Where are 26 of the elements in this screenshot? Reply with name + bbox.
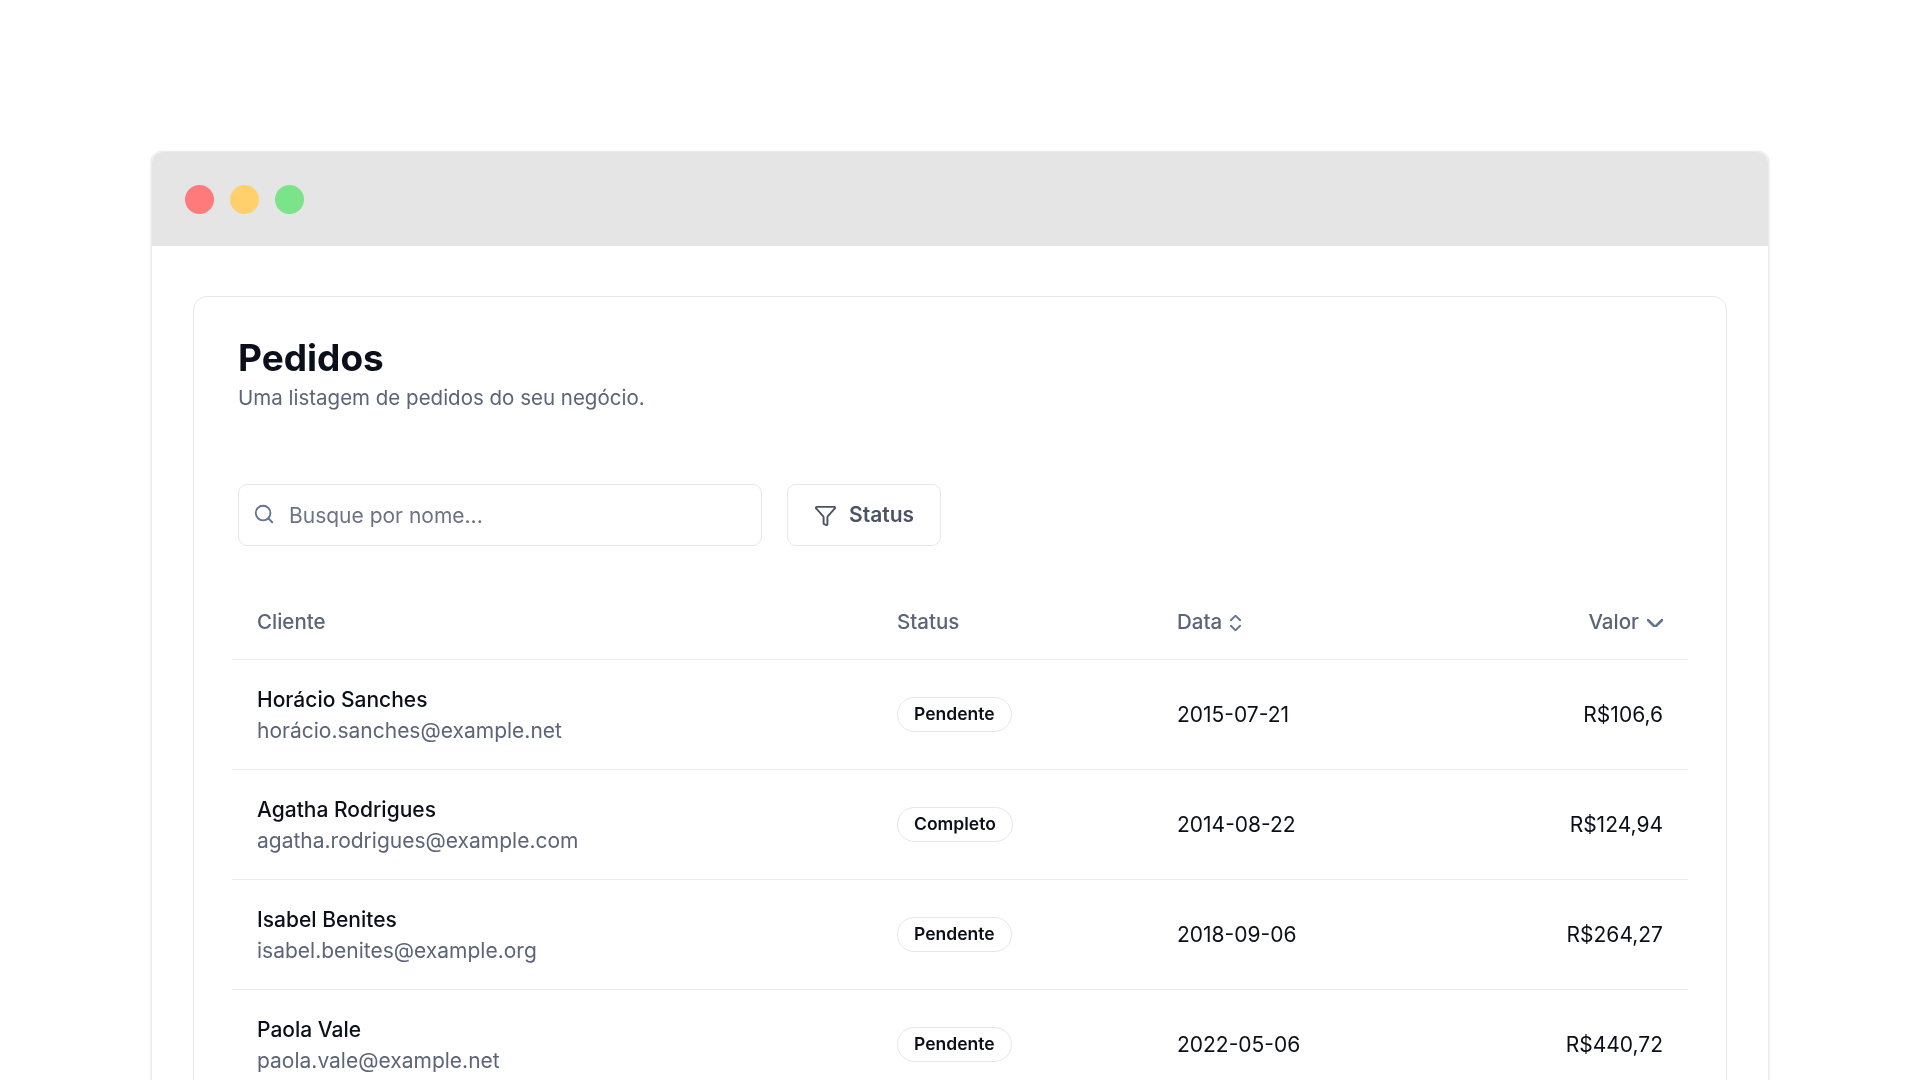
order-date: 2018-09-06 xyxy=(1177,921,1297,947)
order-date: 2015-07-21 xyxy=(1177,701,1290,727)
column-header[interactable]: Data xyxy=(1177,607,1242,638)
page-subtitle: Uma listagem de pedidos do seu negócio. xyxy=(238,384,646,413)
column-header[interactable]: Valor xyxy=(1588,607,1663,638)
filter-icon xyxy=(814,503,837,527)
customer-email: agatha.rodrigues@example.com xyxy=(257,826,580,855)
customer-name: Agatha Rodrigues xyxy=(257,795,437,824)
order-value: R$106,6 xyxy=(1583,700,1663,729)
customer-name: Horácio Sanches xyxy=(257,685,429,714)
status-filter-button[interactable]: Status xyxy=(787,484,942,546)
order-value: R$124,94 xyxy=(1569,810,1663,839)
customer-name: Paola Vale xyxy=(257,1015,363,1044)
order-value: R$440,72 xyxy=(1565,1030,1663,1059)
order-date: 2014-08-22 xyxy=(1177,811,1296,837)
customer-email: isabel.benites@example.org xyxy=(257,936,538,965)
order-value: R$264,27 xyxy=(1566,920,1663,949)
column-header[interactable]: Cliente xyxy=(257,607,326,638)
customer-email: paola.vale@example.net xyxy=(257,1046,501,1075)
column-header[interactable]: Status xyxy=(897,607,960,638)
order-date: 2022-05-06 xyxy=(1177,1031,1301,1057)
search-field[interactable]: Busque por nome... xyxy=(238,484,762,546)
search-icon xyxy=(253,503,275,525)
customer-name: Isabel Benites xyxy=(257,905,398,934)
customer-email: horácio.sanches@example.net xyxy=(257,716,563,745)
page-title: Pedidos xyxy=(238,335,385,382)
